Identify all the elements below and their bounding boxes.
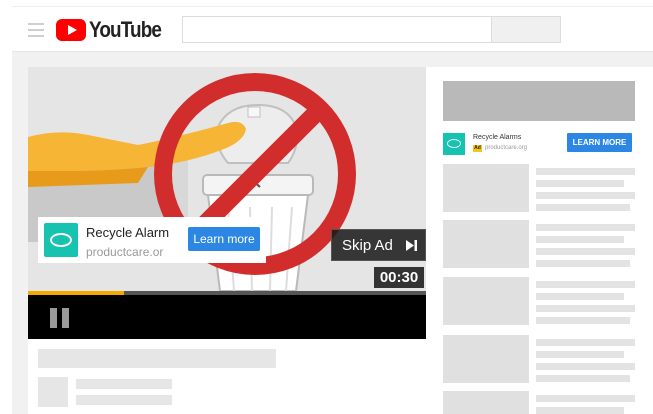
player-controls xyxy=(28,291,426,339)
youtube-logo[interactable]: YouTube xyxy=(56,17,173,42)
ad-url: productcare.or xyxy=(86,245,164,259)
video-thumbnail[interactable] xyxy=(443,335,529,383)
video-player[interactable]: Recycle Alarm productcare.or Learn more … xyxy=(28,67,426,339)
title-placeholder xyxy=(38,349,276,368)
sidebar: Recycle Alarms Ad productcare.org LEARN … xyxy=(426,67,653,414)
video-meta-placeholder xyxy=(536,407,624,414)
search-input[interactable] xyxy=(182,16,492,43)
skip-ad-button[interactable]: Skip Ad xyxy=(331,229,426,261)
video-info-placeholder xyxy=(28,339,426,414)
video-meta-placeholder xyxy=(536,375,630,382)
video-meta-placeholder xyxy=(536,192,635,199)
pause-icon[interactable] xyxy=(50,308,70,328)
video-meta-placeholder xyxy=(536,317,630,324)
video-meta-placeholder xyxy=(536,236,624,243)
video-thumbnail[interactable] xyxy=(443,164,529,212)
skip-ad-label: Skip Ad xyxy=(342,237,393,254)
video-meta-placeholder xyxy=(536,180,624,187)
video-title-placeholder xyxy=(536,339,635,346)
logo-text: YouTube xyxy=(89,17,162,42)
video-title-placeholder xyxy=(536,224,635,231)
channel-avatar-placeholder xyxy=(38,377,68,407)
sidebar-ad-title: Recycle Alarms xyxy=(473,134,522,141)
sidebar-ad-url: productcare.org xyxy=(485,145,528,151)
youtube-ad-mockup: YouTube Recycle Alarm productcare.or Lea… xyxy=(0,0,653,414)
skip-forward-icon xyxy=(406,240,417,251)
youtube-play-logo-icon xyxy=(56,19,86,41)
companion-banner-ad[interactable] xyxy=(443,81,635,121)
video-title-placeholder xyxy=(536,168,635,175)
ad-countdown-timer: 00:30 xyxy=(374,267,424,288)
video-meta-placeholder xyxy=(536,260,630,267)
advertiser-logo[interactable] xyxy=(44,223,78,257)
hamburger-menu-icon[interactable] xyxy=(28,23,44,37)
progress-bar[interactable] xyxy=(28,291,426,295)
video-meta-placeholder xyxy=(536,204,630,211)
sidebar-advertiser-logo[interactable] xyxy=(443,133,465,155)
top-bar: YouTube xyxy=(12,6,653,52)
video-meta-placeholder xyxy=(536,351,624,358)
channel-line-placeholder xyxy=(76,395,172,405)
video-meta-placeholder xyxy=(536,363,635,370)
video-meta-placeholder xyxy=(536,248,635,255)
video-title-placeholder xyxy=(536,395,635,402)
ad-overlay-card[interactable]: Recycle Alarm productcare.or Learn more xyxy=(38,217,266,263)
channel-line-placeholder xyxy=(76,379,172,389)
progress-fill xyxy=(28,291,124,295)
learn-more-button[interactable]: Learn more xyxy=(188,227,260,251)
video-thumbnail[interactable] xyxy=(443,220,529,268)
video-thumbnail[interactable] xyxy=(443,277,529,325)
video-thumbnail[interactable] xyxy=(443,391,529,414)
ad-title: Recycle Alarm xyxy=(86,225,170,240)
video-meta-placeholder xyxy=(536,293,624,300)
video-meta-placeholder xyxy=(536,305,635,312)
sidebar-learn-more-button[interactable]: LEARN MORE xyxy=(567,133,632,152)
video-title-placeholder xyxy=(536,281,635,288)
ad-badge: Ad xyxy=(473,145,482,152)
search-button[interactable] xyxy=(491,16,561,43)
